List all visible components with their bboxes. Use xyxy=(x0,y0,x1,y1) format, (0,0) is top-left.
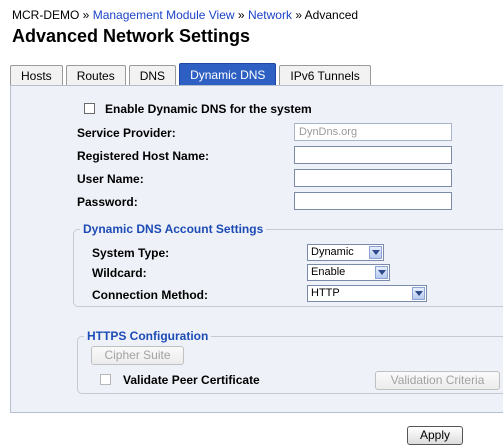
wildcard-value: Enable xyxy=(311,266,346,278)
system-type-value: Dynamic xyxy=(311,246,354,258)
breadcrumb-separator: » xyxy=(295,8,302,22)
connection-method-label: Connection Method: xyxy=(92,288,208,302)
breadcrumb: MCR-DEMO » Management Module View » Netw… xyxy=(12,8,358,22)
password-field[interactable] xyxy=(294,192,452,210)
user-name-label: User Name: xyxy=(77,172,144,186)
breadcrumb-separator: » xyxy=(237,8,245,22)
cipher-suite-button: Cipher Suite xyxy=(91,346,184,365)
breadcrumb-current: Advanced xyxy=(304,8,359,22)
host-name-field[interactable] xyxy=(294,146,452,164)
host-name-label: Registered Host Name: xyxy=(77,149,210,163)
wildcard-select[interactable]: Enable xyxy=(307,264,390,281)
enable-dynamic-dns-label: Enable Dynamic DNS for the system xyxy=(105,102,312,116)
validation-criteria-button: Validation Criteria xyxy=(375,371,500,390)
apply-button[interactable]: Apply xyxy=(407,426,463,445)
enable-dynamic-dns-checkbox[interactable] xyxy=(84,103,95,115)
validate-peer-certificate-label: Validate Peer Certificate xyxy=(123,373,260,387)
system-type-select[interactable]: Dynamic xyxy=(307,244,384,261)
password-label: Password: xyxy=(77,195,138,209)
user-name-field[interactable] xyxy=(294,169,452,187)
breadcrumb-link-management-module-view[interactable]: Management Module View xyxy=(93,8,235,22)
tab-dynamic-dns[interactable]: Dynamic DNS xyxy=(179,63,277,85)
page-title: Advanced Network Settings xyxy=(12,26,251,46)
service-provider-field: DynDns.org xyxy=(294,123,452,141)
breadcrumb-root: MCR-DEMO xyxy=(12,8,80,22)
breadcrumb-link-network[interactable]: Network xyxy=(248,8,292,22)
connection-method-select[interactable]: HTTP xyxy=(307,285,427,302)
tab-dns[interactable]: DNS xyxy=(128,65,177,85)
tab-routes[interactable]: Routes xyxy=(65,65,126,85)
tab-bar: Hosts Routes DNS Dynamic DNS IPv6 Tunnel… xyxy=(10,63,371,85)
validate-peer-certificate-checkbox xyxy=(100,374,111,385)
chevron-down-icon xyxy=(369,246,382,259)
system-type-label: System Type: xyxy=(92,246,170,260)
tab-hosts[interactable]: Hosts xyxy=(10,65,63,85)
account-settings-legend: Dynamic DNS Account Settings xyxy=(83,222,264,236)
wildcard-label: Wildcard: xyxy=(92,266,147,280)
breadcrumb-separator: » xyxy=(82,8,90,22)
connection-method-value: HTTP xyxy=(311,287,340,299)
https-configuration-legend: HTTPS Configuration xyxy=(87,329,209,343)
enable-dynamic-dns-row: Enable Dynamic DNS for the system xyxy=(84,102,312,116)
tab-ipv6-tunnels[interactable]: IPv6 Tunnels xyxy=(279,65,371,85)
service-provider-label: Service Provider: xyxy=(77,126,176,140)
chevron-down-icon xyxy=(375,266,388,279)
chevron-down-icon xyxy=(412,287,425,300)
